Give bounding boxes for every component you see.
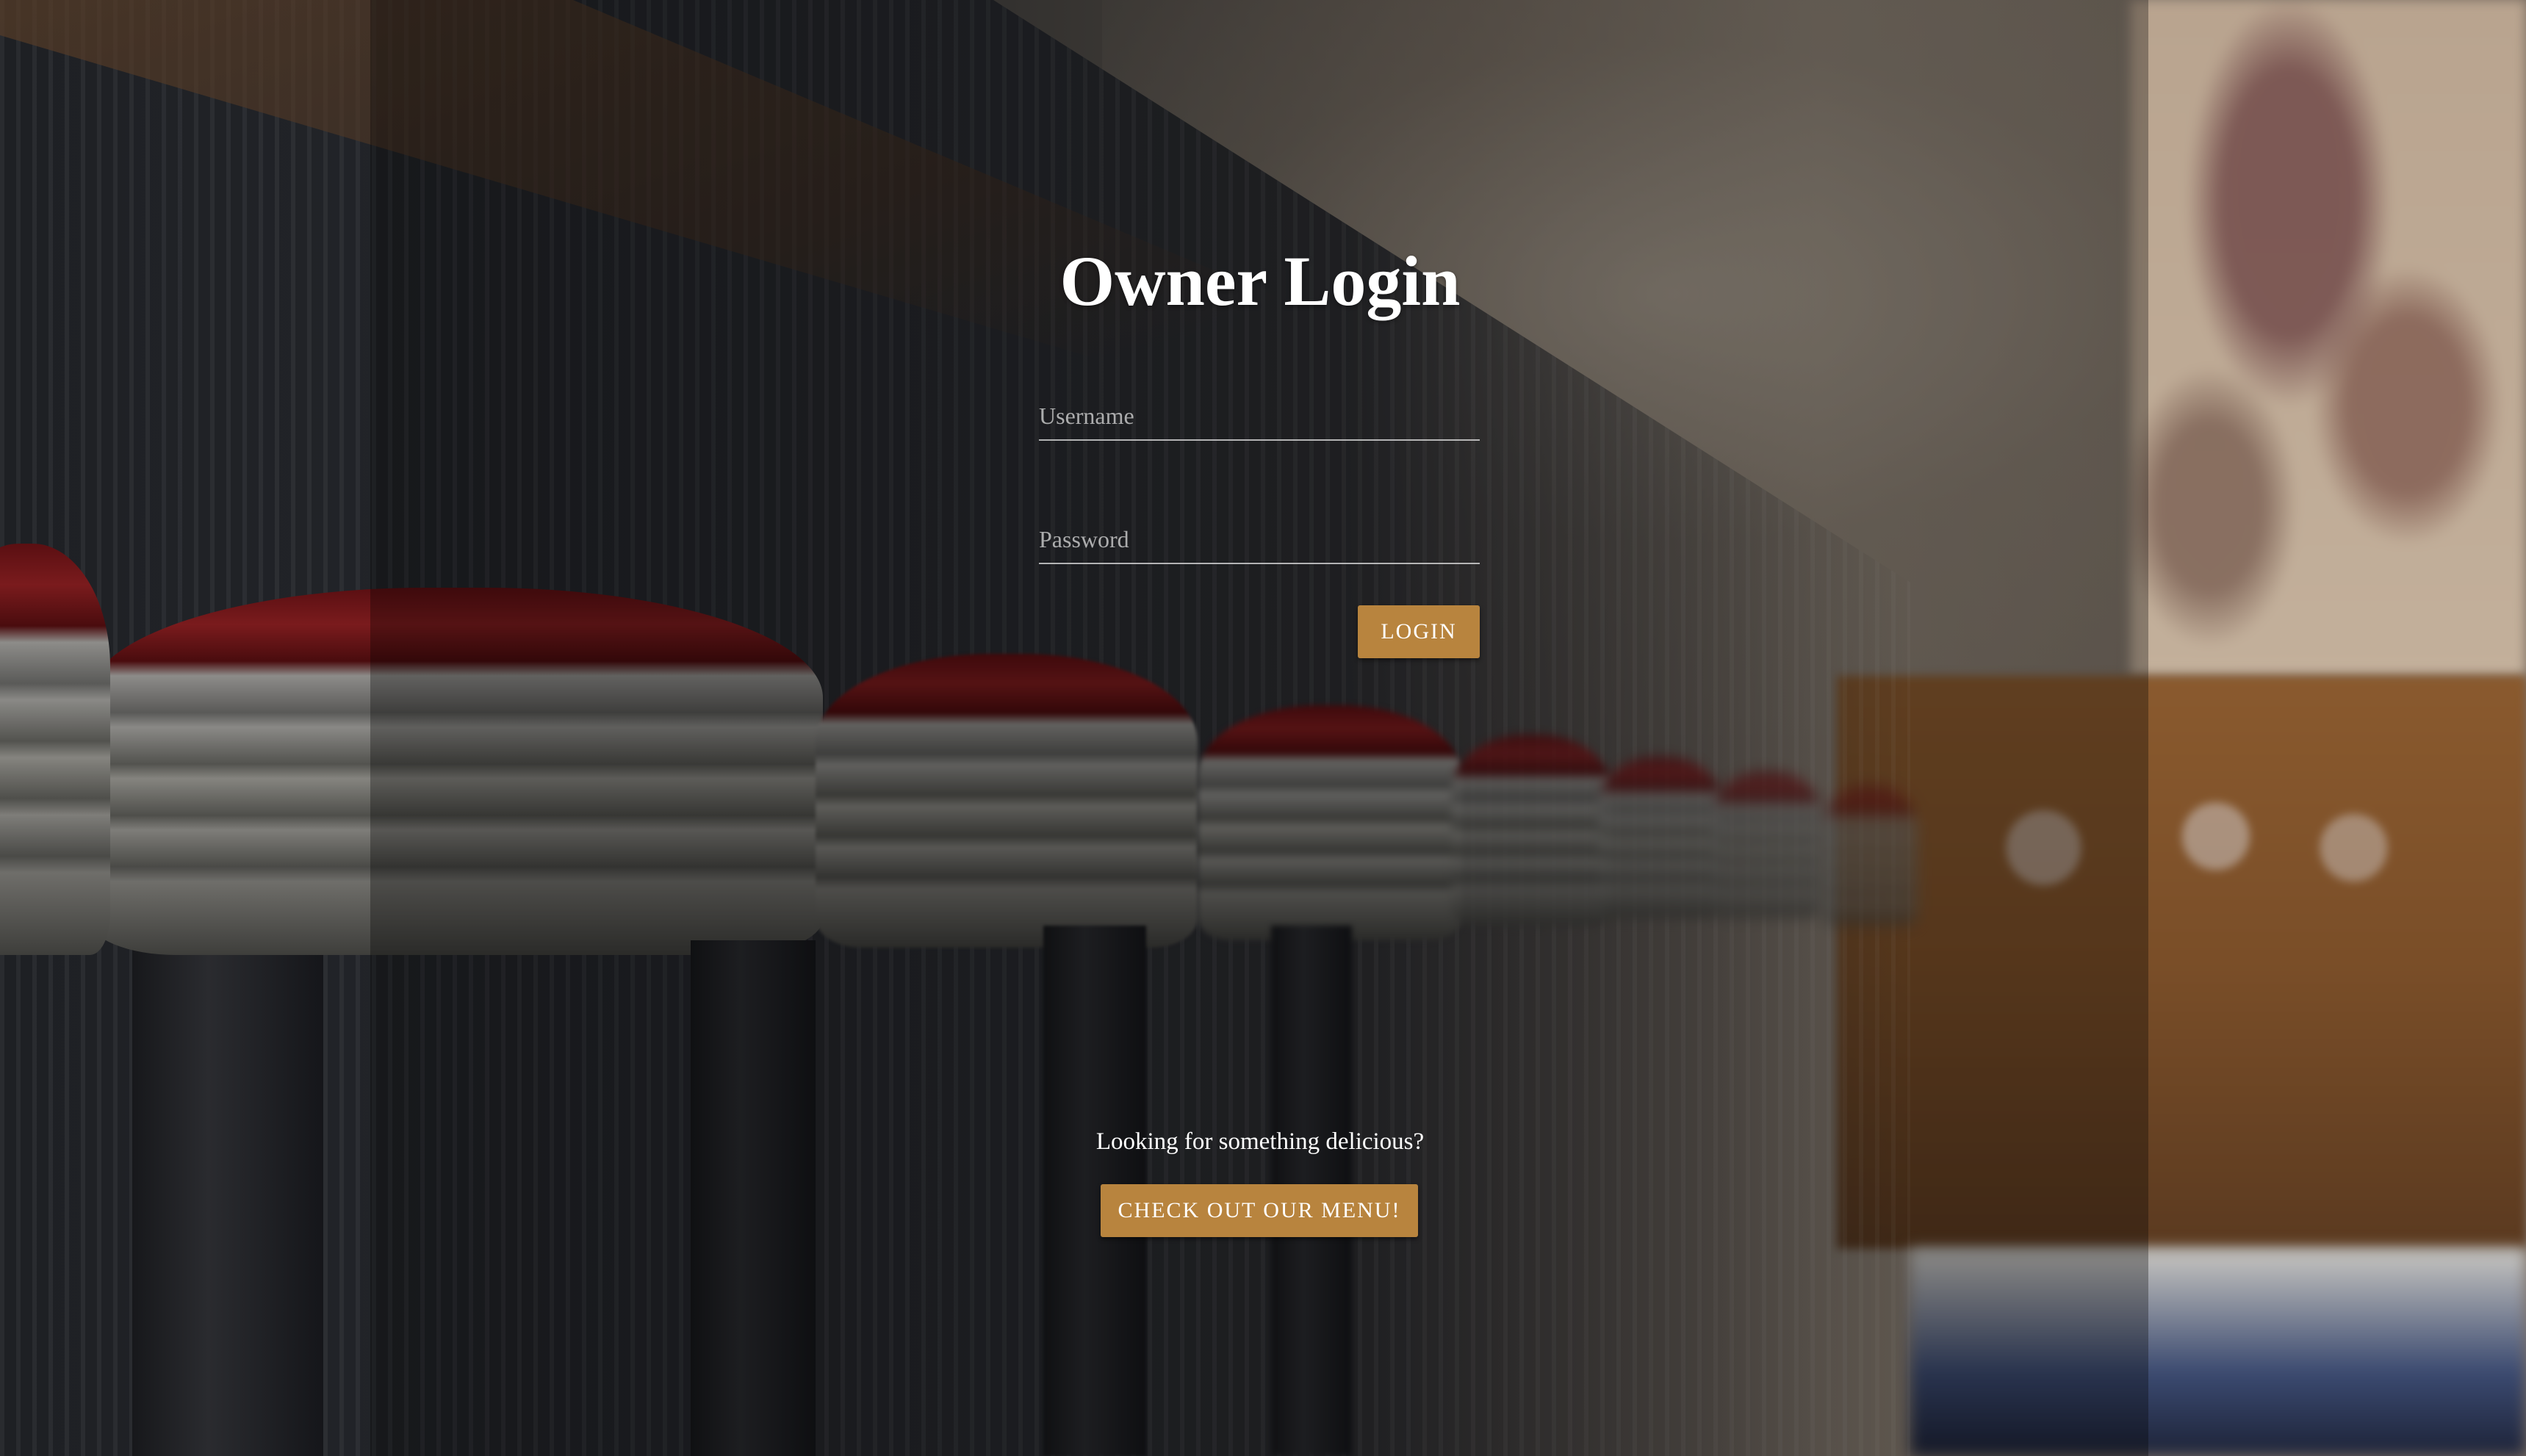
menu-tagline: Looking for something delicious? <box>1095 1128 1425 1155</box>
username-input[interactable] <box>1039 392 1480 441</box>
page-title: Owner Login <box>1059 242 1461 320</box>
page: Owner Login LOGIN Looking for something … <box>0 0 2526 1456</box>
menu-button[interactable]: CHECK OUT OUR MENU! <box>1101 1184 1418 1237</box>
login-button[interactable]: LOGIN <box>1358 605 1480 658</box>
password-input[interactable] <box>1039 516 1480 564</box>
login-container: Owner Login LOGIN Looking for something … <box>0 0 2526 1456</box>
